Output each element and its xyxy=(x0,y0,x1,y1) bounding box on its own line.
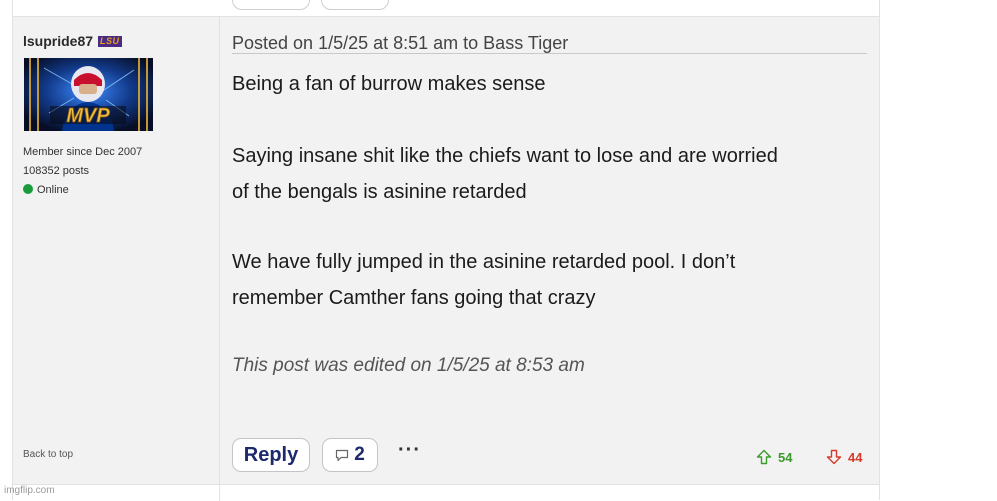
post-paragraph-2: Saying insane shit like the chiefs want … xyxy=(232,138,778,210)
arrow-down-icon xyxy=(826,449,842,465)
author-meta: Member since Dec 2007 108352 posts Onlin… xyxy=(23,143,142,200)
back-to-top-link[interactable]: Back to top xyxy=(23,449,73,460)
post-line: We have fully jumped in the asinine reta… xyxy=(232,251,736,273)
author-sidebar: lsupride87 LSU MVP Member since Dec 2007… xyxy=(13,17,220,484)
post-line: remember Camther fans going that crazy xyxy=(232,287,596,309)
column-divider xyxy=(219,485,220,501)
avatar-mvp-text: MVP xyxy=(66,105,110,127)
online-status-label: Online xyxy=(37,184,69,196)
author-username[interactable]: lsupride87 LSU xyxy=(23,33,122,49)
imgflip-watermark: imgflip.com xyxy=(4,485,55,496)
team-badge-icon: LSU xyxy=(98,35,122,47)
post-content: Posted on 1/5/25 at 8:51 am to Bass Tige… xyxy=(232,17,868,484)
post-container: lsupride87 LSU MVP Member since Dec 2007… xyxy=(12,0,880,501)
online-status: Online xyxy=(23,181,142,200)
avatar[interactable]: MVP xyxy=(24,58,153,131)
post-line: Saying insane shit like the chiefs want … xyxy=(232,145,778,167)
post-paragraph-1: Being a fan of burrow makes sense xyxy=(232,66,546,102)
post-line: Being a fan of burrow makes sense xyxy=(232,73,546,95)
online-dot-icon xyxy=(23,184,33,194)
member-since: Member since Dec 2007 xyxy=(23,146,143,158)
reply-button[interactable]: Reply xyxy=(232,438,310,472)
previous-comment-button[interactable] xyxy=(321,0,389,10)
arrow-up-icon xyxy=(756,449,772,465)
upvote-button[interactable]: 54 xyxy=(756,449,792,465)
downvote-button[interactable]: 44 xyxy=(826,449,862,465)
post: lsupride87 LSU MVP Member since Dec 2007… xyxy=(13,17,879,484)
post-header: Posted on 1/5/25 at 8:51 am to Bass Tige… xyxy=(232,33,569,53)
comment-count: 2 xyxy=(354,444,365,465)
comment-bubble-icon xyxy=(336,449,349,461)
post-paragraph-3: We have fully jumped in the asinine reta… xyxy=(232,244,735,316)
previous-reply-button[interactable] xyxy=(232,0,310,10)
comments-button[interactable]: 2 xyxy=(322,438,378,472)
avatar-image: MVP xyxy=(24,58,153,131)
upvote-count: 54 xyxy=(778,449,793,465)
next-post-header xyxy=(13,484,879,501)
post-line: of the bengals is asinine retarded xyxy=(232,181,527,203)
previous-post-footer xyxy=(13,0,879,17)
more-options-button[interactable]: ··· xyxy=(398,439,421,462)
username-text[interactable]: lsupride87 xyxy=(23,33,93,49)
downvote-count: 44 xyxy=(848,449,863,465)
header-divider xyxy=(232,53,867,54)
edited-note: This post was edited on 1/5/25 at 8:53 a… xyxy=(232,355,585,376)
post-count: 108352 posts xyxy=(23,165,90,177)
